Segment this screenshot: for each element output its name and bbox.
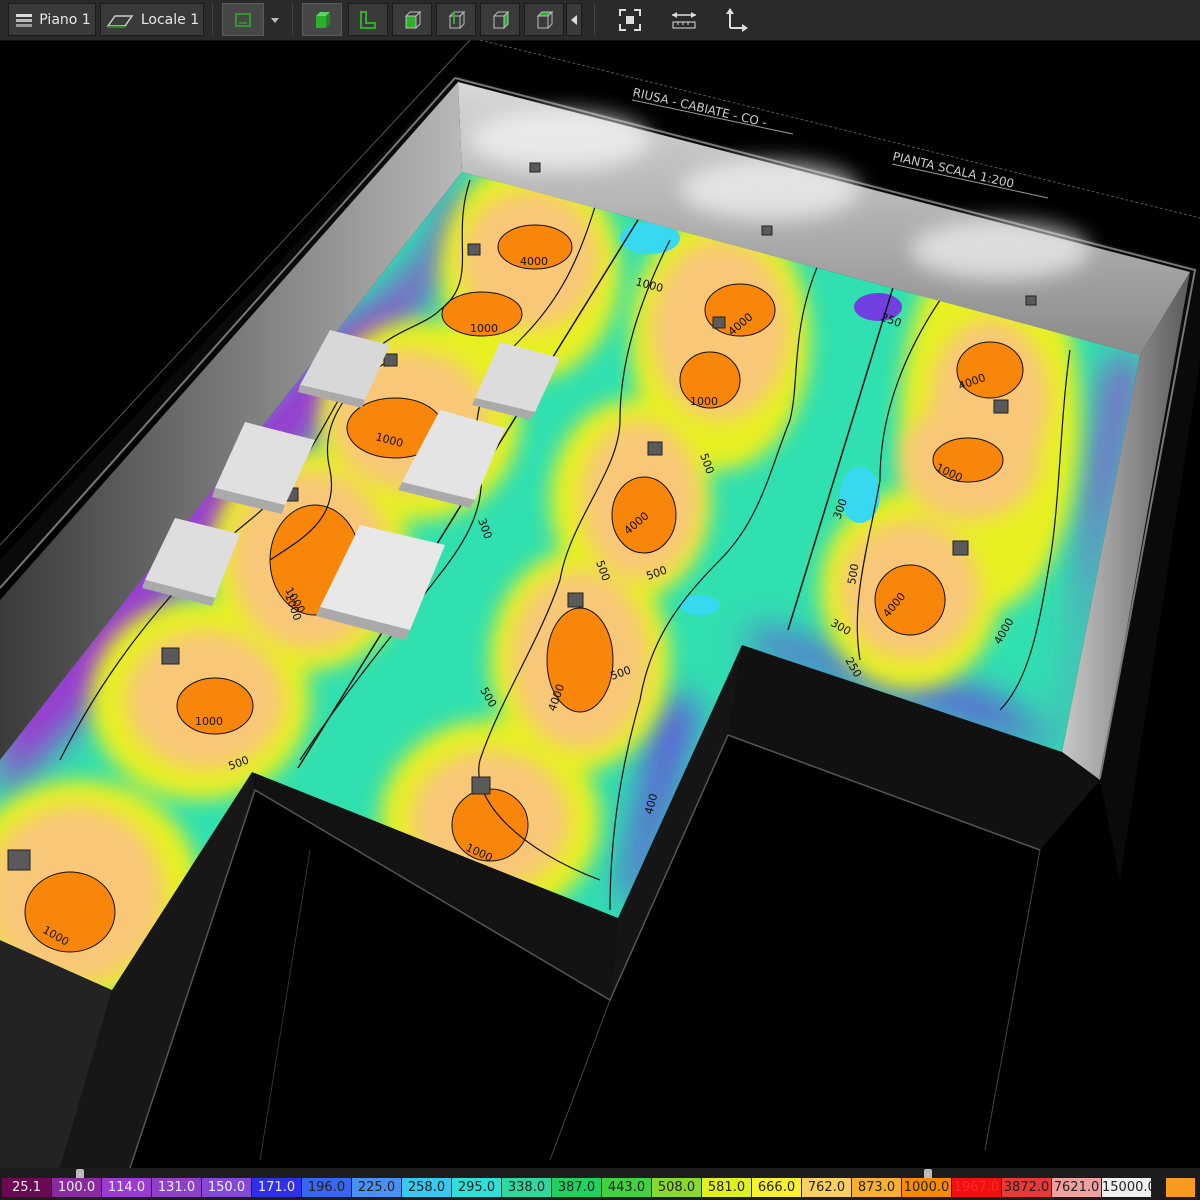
- room-selector-button[interactable]: Locale 1: [100, 3, 204, 36]
- legend-cell: 225.0: [352, 1178, 402, 1197]
- plan-view-icon: [235, 12, 251, 27]
- legend-cell: 338.0: [502, 1178, 552, 1197]
- solid-cube-icon: [316, 11, 330, 28]
- luminaire[interactable]: [7, 849, 31, 871]
- luminaire[interactable]: [383, 353, 398, 367]
- toolbar: Piano 1 Locale 1: [0, 0, 1200, 41]
- legend-cell: 666.0: [752, 1178, 802, 1197]
- drawing-title: RIUSA - CABIATE - CO -: [631, 85, 768, 129]
- cube-left-icon: [492, 10, 510, 29]
- left-view-button[interactable]: [480, 3, 520, 36]
- chevron-down-icon: [271, 17, 279, 23]
- contour-label: 1000: [690, 395, 718, 408]
- legend-cell: 25.1: [2, 1178, 52, 1197]
- illuminance-3d-view[interactable]: RIUSA - CABIATE - CO - PIANTA SCALA 1:20…: [0, 40, 1200, 1168]
- room-label: Locale 1: [140, 11, 200, 28]
- floors-icon: [16, 13, 33, 27]
- axes-button[interactable]: [716, 3, 756, 36]
- plan-view-button[interactable]: [222, 3, 264, 36]
- legend-cell: 114.0: [102, 1178, 152, 1197]
- room-icon: [106, 14, 134, 28]
- zoom-extents-button[interactable]: [610, 3, 650, 36]
- drawing-scale: PIANTA SCALA 1:200: [891, 149, 1015, 191]
- legend-cell: 873.0: [852, 1178, 902, 1197]
- axes-icon: [726, 7, 748, 32]
- luminaire[interactable]: [712, 316, 726, 329]
- luminaire[interactable]: [761, 225, 773, 236]
- front-view-button[interactable]: [392, 3, 432, 36]
- luminaire[interactable]: [161, 647, 180, 665]
- legend-cell: 387.0: [552, 1178, 602, 1197]
- legend-cell: 100.0: [52, 1178, 102, 1197]
- collapse-views-button[interactable]: [566, 3, 582, 36]
- view-dropdown-button[interactable]: [266, 3, 284, 36]
- toolbar-separator: [292, 4, 293, 35]
- measure-button[interactable]: [664, 3, 704, 36]
- toolbar-separator: [594, 4, 595, 35]
- floor-selector-button[interactable]: Piano 1: [8, 3, 96, 36]
- legend-cell: 1967.0: [952, 1178, 1002, 1197]
- luminaire[interactable]: [467, 243, 481, 256]
- contour-label: 1000: [470, 322, 498, 335]
- fit-view-icon: [619, 8, 641, 31]
- cube-back-icon: [448, 10, 466, 29]
- legend-cell: 1000.0: [902, 1178, 952, 1197]
- luminaire[interactable]: [471, 776, 491, 795]
- legend-cell: 581.0: [702, 1178, 752, 1197]
- luminaire[interactable]: [529, 162, 541, 173]
- legend-cell: 15000.0: [1102, 1178, 1156, 1197]
- l-view-button[interactable]: [348, 3, 388, 36]
- solid-view-button[interactable]: [302, 3, 342, 36]
- contour-label: 4000: [520, 255, 548, 268]
- legend-cell: 762.0: [802, 1178, 852, 1197]
- legend-cell: 443.0: [602, 1178, 652, 1197]
- l-shape-icon: [360, 10, 376, 29]
- legend-cell: 7621.0: [1052, 1178, 1102, 1197]
- right-view-button[interactable]: [524, 3, 564, 36]
- legend-cell: 3872.0: [1002, 1178, 1052, 1197]
- luminaire[interactable]: [647, 441, 663, 456]
- legend-cell: 258.0: [402, 1178, 452, 1197]
- legend-cell: 131.0: [152, 1178, 202, 1197]
- legend-cell: 150.0: [202, 1178, 252, 1197]
- legend-cell: 508.0: [652, 1178, 702, 1197]
- contour-label: 1000: [195, 715, 223, 728]
- legend-cell: 295.0: [452, 1178, 502, 1197]
- back-view-button[interactable]: [436, 3, 476, 36]
- luminaire[interactable]: [567, 592, 584, 608]
- selected-color-swatch[interactable]: [1166, 1178, 1196, 1197]
- floor-label: Piano 1: [39, 11, 91, 28]
- toolbar-separator: [212, 4, 213, 35]
- luminaire[interactable]: [1025, 295, 1037, 306]
- chevron-left-icon: [571, 14, 577, 25]
- cube-right-icon: [536, 10, 554, 29]
- illuminance-legend: 25.1 100.0 114.0 131.0 150.0 171.0 196.0 225.0 2…: [0, 1168, 1200, 1200]
- luminaire[interactable]: [993, 399, 1009, 414]
- ruler-icon: [672, 11, 696, 28]
- legend-cell: 196.0: [302, 1178, 352, 1197]
- cube-front-icon: [404, 10, 422, 29]
- legend-cell: 171.0: [252, 1178, 302, 1197]
- luminaire[interactable]: [952, 540, 969, 556]
